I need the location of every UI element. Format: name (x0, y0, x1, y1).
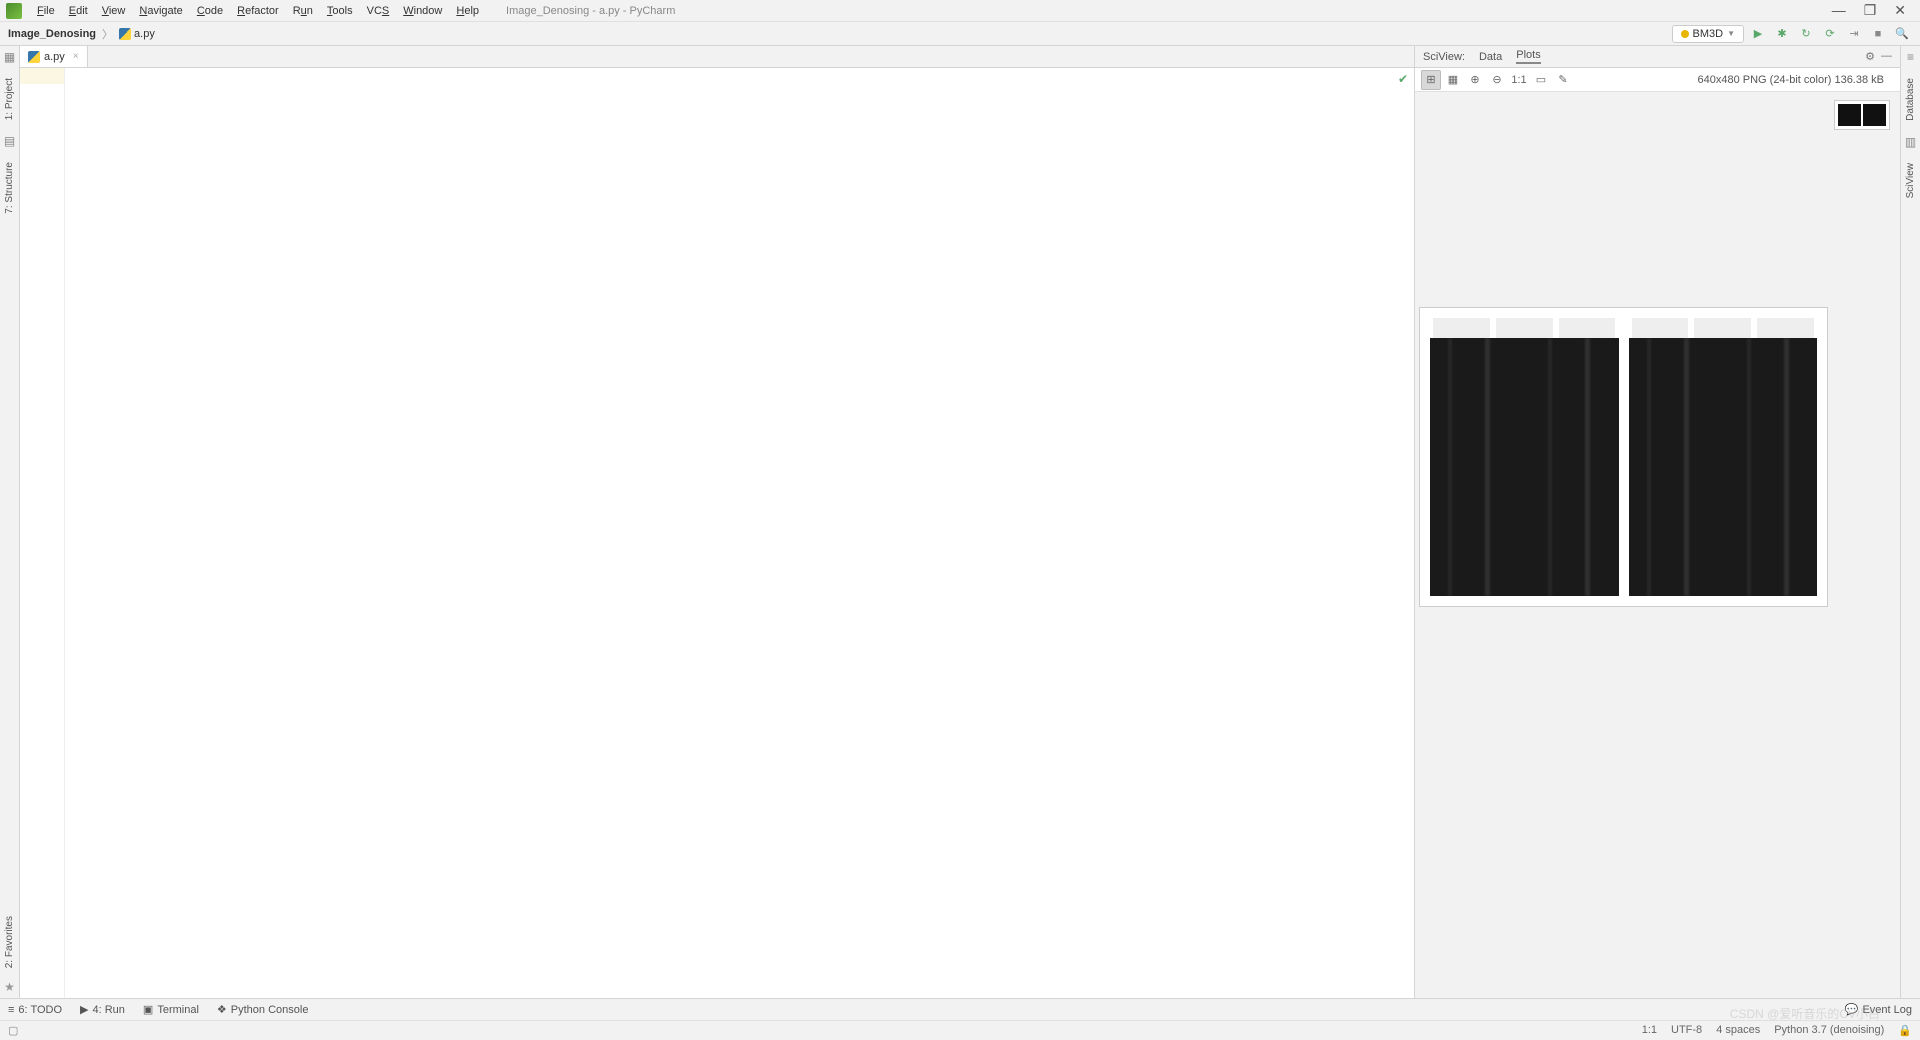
menu-refactor[interactable]: Refactor (230, 3, 286, 19)
main-area: ▦ 1: Project ▤ 7: Structure ★ 2: Favorit… (0, 46, 1920, 998)
line-number-gutter (20, 68, 65, 998)
favorites-tool-button[interactable]: 2: Favorites (4, 912, 15, 972)
fit-zoom-icon[interactable]: ⊞ (1421, 70, 1441, 90)
caret-position[interactable]: 1:1 (1642, 1024, 1657, 1037)
search-button[interactable]: 🔍 (1892, 24, 1912, 44)
actual-size-button[interactable]: 1:1 (1509, 70, 1529, 90)
left-bottom-stripe: ★ 2: Favorites (0, 818, 20, 998)
maximize-button[interactable]: ❐ (1864, 2, 1877, 19)
plot-toolbar: ⊞ ▦ ⊕ ⊖ 1:1 ▭ ✎ 640x480 PNG (24-bit colo… (1415, 68, 1900, 92)
plot-image-info: 640x480 PNG (24-bit color) 136.38 kB (1698, 74, 1895, 86)
breadcrumb[interactable]: Image_Denosing 〉 a.py (8, 26, 155, 42)
file-encoding[interactable]: UTF-8 (1671, 1024, 1702, 1037)
project-tool-icon[interactable]: ▦ (3, 50, 17, 64)
menu-code[interactable]: Code (190, 3, 230, 19)
run-button[interactable]: ▶ (1748, 24, 1768, 44)
pycharm-icon (6, 3, 22, 19)
minimize-button[interactable]: — (1832, 2, 1846, 19)
breadcrumb-project[interactable]: Image_Denosing (8, 28, 96, 40)
zoom-out-icon[interactable]: ⊖ (1487, 70, 1507, 90)
menu-bar: File Edit View Navigate Code Refactor Ru… (0, 0, 1920, 22)
editor-tab-bar: a.py × (20, 46, 1414, 68)
plot-area (1415, 92, 1900, 998)
stop-button[interactable]: ■ (1868, 24, 1888, 44)
event-log-button[interactable]: 💬Event Log (1845, 1003, 1912, 1016)
hide-icon[interactable]: — (1881, 50, 1892, 63)
sciview-header: SciView: Data Plots ⚙ — (1415, 46, 1900, 68)
todo-tool-button[interactable]: ≡6: TODO (8, 1004, 62, 1016)
menu-edit[interactable]: Edit (62, 3, 95, 19)
menu-tools[interactable]: Tools (320, 3, 360, 19)
close-button[interactable]: ✕ (1894, 2, 1906, 19)
editor-tab[interactable]: a.py × (20, 46, 88, 67)
chevron-down-icon: ▼ (1727, 29, 1735, 38)
database-tool-button[interactable]: Database (1905, 74, 1916, 125)
run-coverage-button[interactable]: ↻ (1796, 24, 1816, 44)
structure-tool-icon[interactable]: ▤ (3, 134, 17, 148)
python-file-icon (119, 28, 131, 40)
breadcrumb-separator: 〉 (102, 26, 113, 42)
run-tool-button[interactable]: ▶4: Run (80, 1003, 125, 1016)
save-plot-icon[interactable]: ▭ (1531, 70, 1551, 90)
sciview-tab-data[interactable]: Data (1479, 51, 1502, 63)
menu-file[interactable]: File (30, 3, 62, 19)
inspection-ok-icon[interactable]: ✔ (1398, 72, 1408, 86)
menu-navigate[interactable]: Navigate (132, 3, 189, 19)
plot-image-right (1629, 318, 1818, 596)
attach-button[interactable]: ⇥ (1844, 24, 1864, 44)
menu-view[interactable]: View (95, 3, 133, 19)
indent-setting[interactable]: 4 spaces (1716, 1024, 1760, 1037)
code-editor[interactable]: ✔ (20, 68, 1414, 998)
current-line-highlight (20, 68, 64, 84)
python-interpreter[interactable]: Python 3.7 (denoising) (1774, 1024, 1884, 1037)
menu-help[interactable]: Help (449, 3, 486, 19)
sciview-label: SciView: (1423, 51, 1465, 63)
terminal-tool-button[interactable]: ▣Terminal (143, 1003, 199, 1016)
sciview-panel: SciView: Data Plots ⚙ — ⊞ ▦ ⊕ ⊖ 1:1 ▭ ✎ … (1414, 46, 1900, 998)
navigation-bar: Image_Denosing 〉 a.py BM3D ▼ ▶ ✱ ↻ ⟳ ⇥ ■… (0, 22, 1920, 46)
sciview-tool-icon[interactable]: ▥ (1904, 135, 1918, 149)
bottom-tool-bar: ≡6: TODO ▶4: Run ▣Terminal ❖Python Conso… (0, 998, 1920, 1020)
settings-icon[interactable]: ⚙ (1865, 50, 1875, 63)
zoom-in-icon[interactable]: ⊕ (1465, 70, 1485, 90)
structure-tool-button[interactable]: 7: Structure (4, 158, 15, 218)
tool-windows-icon[interactable]: ▢ (8, 1024, 18, 1037)
plot-thumbnail[interactable] (1834, 100, 1890, 130)
debug-button[interactable]: ✱ (1772, 24, 1792, 44)
status-bar: ▢ 1:1 UTF-8 4 spaces Python 3.7 (denoisi… (0, 1020, 1920, 1040)
profile-button[interactable]: ⟳ (1820, 24, 1840, 44)
close-tab-icon[interactable]: × (73, 51, 79, 62)
sciview-tab-plots[interactable]: Plots (1516, 49, 1540, 64)
python-console-tool-button[interactable]: ❖Python Console (217, 1003, 309, 1016)
config-icon (1681, 30, 1689, 38)
grid-icon[interactable]: ▦ (1443, 70, 1463, 90)
database-tool-icon[interactable]: ≡ (1904, 50, 1918, 64)
breadcrumb-file[interactable]: a.py (119, 28, 155, 40)
editor-panel: a.py × ✔ (20, 46, 1414, 998)
favorites-icon[interactable]: ★ (4, 980, 15, 994)
plot-image-left (1430, 318, 1619, 596)
edit-plot-icon[interactable]: ✎ (1553, 70, 1573, 90)
right-tool-stripe: ≡ Database ▥ SciView (1900, 46, 1920, 998)
python-file-icon (28, 51, 40, 63)
editor-body[interactable]: ✔ (65, 68, 1414, 998)
left-tool-stripe: ▦ 1: Project ▤ 7: Structure (0, 46, 20, 818)
project-tool-button[interactable]: 1: Project (4, 74, 15, 124)
run-configuration-selector[interactable]: BM3D ▼ (1672, 25, 1744, 43)
window-title: Image_Denosing - a.py - PyCharm (506, 5, 675, 17)
menu-window[interactable]: Window (396, 3, 449, 19)
sciview-tool-button[interactable]: SciView (1905, 159, 1916, 202)
menu-vcs[interactable]: VCS (360, 3, 397, 19)
plot-preview[interactable] (1419, 307, 1828, 607)
lock-icon[interactable]: 🔒 (1898, 1024, 1912, 1037)
menu-run[interactable]: Run (286, 3, 320, 19)
